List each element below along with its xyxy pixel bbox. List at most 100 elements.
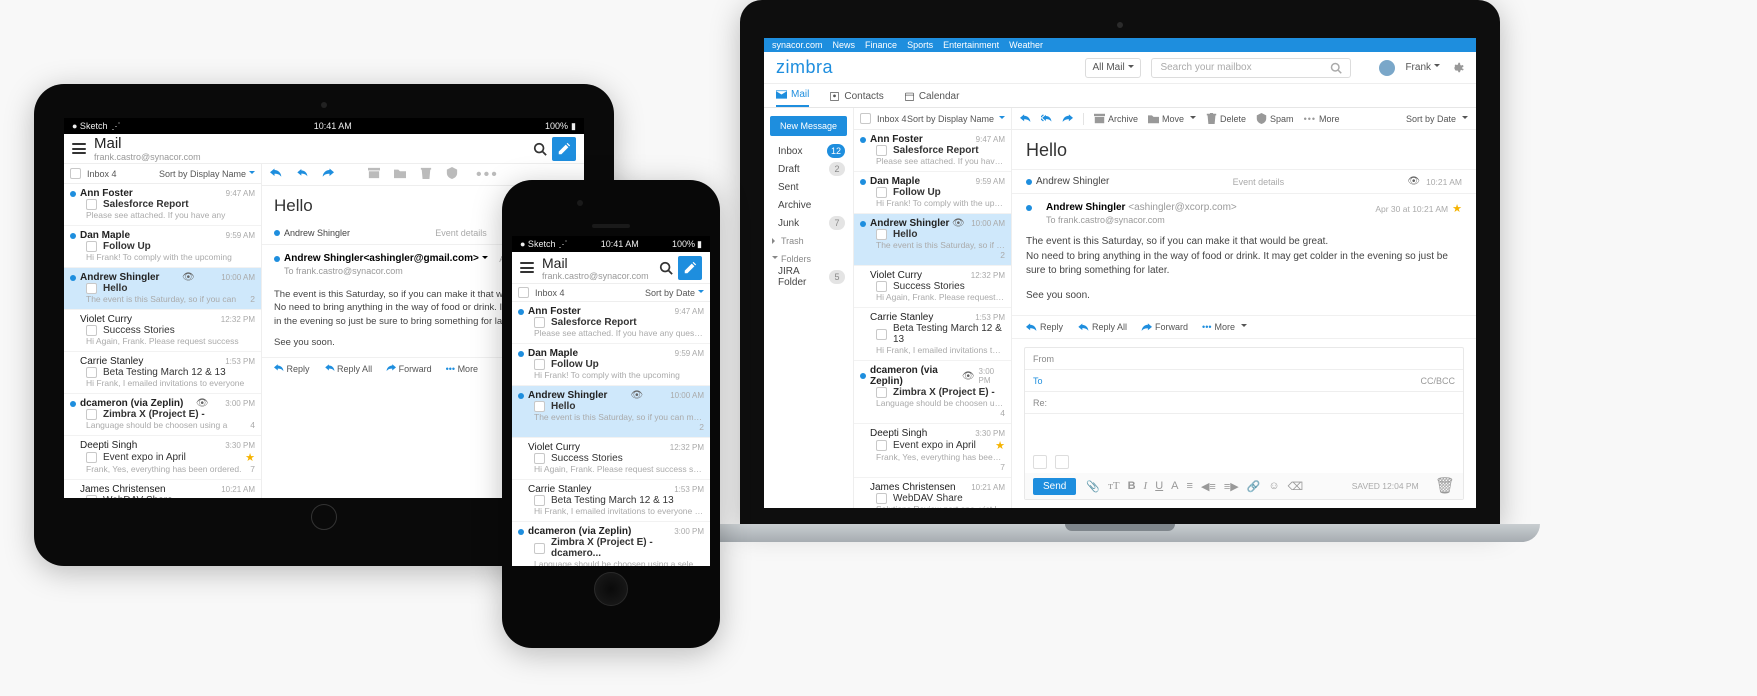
folder-draft[interactable]: Draft2: [764, 160, 853, 178]
mail-filter-dropdown[interactable]: All Mail: [1085, 58, 1141, 78]
subject-field[interactable]: Re:: [1033, 398, 1047, 408]
message-checkbox[interactable]: [876, 145, 887, 156]
send-button[interactable]: Send: [1033, 478, 1076, 495]
message-checkbox[interactable]: [876, 187, 887, 198]
select-all-checkbox[interactable]: [70, 168, 81, 179]
sort-date[interactable]: Sort by Date: [1406, 114, 1468, 124]
select-all-checkbox[interactable]: [518, 287, 529, 298]
reply-button[interactable]: Reply: [1026, 322, 1063, 332]
fontsize-icon[interactable]: тT: [1108, 480, 1120, 493]
message-item[interactable]: Dan Maple9:59 AMFollow UpHi Frank! To co…: [64, 226, 261, 268]
message-checkbox[interactable]: [86, 199, 97, 210]
message-checkbox[interactable]: [86, 495, 97, 498]
list-icon[interactable]: ≡: [1187, 480, 1193, 493]
spam-icon[interactable]: [446, 166, 458, 184]
hamburger-icon[interactable]: [520, 262, 534, 273]
link-icon[interactable]: 🔗: [1247, 480, 1261, 493]
message-checkbox[interactable]: [876, 387, 887, 398]
message-checkbox[interactable]: [534, 317, 545, 328]
reply-icon[interactable]: [1020, 113, 1031, 124]
folder-custom[interactable]: JIRA Folder5: [764, 268, 853, 286]
message-checkbox[interactable]: [876, 281, 887, 292]
topbar-link[interactable]: Finance: [865, 40, 897, 50]
topbar-link[interactable]: synacor.com: [772, 40, 823, 50]
compose-button[interactable]: [552, 137, 576, 161]
compose-button[interactable]: [678, 256, 702, 280]
more-dropdown[interactable]: ••• More: [446, 364, 478, 374]
topbar-link[interactable]: Entertainment: [943, 40, 999, 50]
gear-icon[interactable]: [1450, 61, 1464, 75]
discard-icon[interactable]: 🗑: [1435, 476, 1455, 496]
forward-icon[interactable]: [322, 166, 334, 184]
message-item[interactable]: dcameron (via Zeplin)3:00 PMZimbra X (Pr…: [512, 522, 710, 566]
reply-all-button[interactable]: Reply All: [1077, 322, 1127, 332]
message-item[interactable]: Ann Foster9:47 AMSalesforce ReportPlease…: [854, 130, 1011, 172]
reply-icon[interactable]: [270, 166, 282, 184]
message-item[interactable]: Dan Maple9:59 AMFollow UpHi Frank! To co…: [512, 344, 710, 386]
topbar-link[interactable]: Weather: [1009, 40, 1043, 50]
outdent-icon[interactable]: ◀≡: [1201, 480, 1216, 493]
thread-header-collapsed[interactable]: Andrew Shingler Event details 👁 10:21 AM: [1012, 170, 1476, 194]
message-item[interactable]: dcameron (via Zeplin)👁3:00 PMZimbra X (P…: [64, 394, 261, 436]
message-checkbox[interactable]: [876, 229, 887, 240]
message-item[interactable]: dcameron (via Zeplin)👁3:00 PMZimbra X (P…: [854, 361, 1011, 424]
sort-dropdown[interactable]: Sort by Display Name: [159, 169, 255, 179]
more-button[interactable]: •••More: [1304, 114, 1340, 124]
move-icon[interactable]: [394, 166, 406, 184]
forward-button[interactable]: Forward: [1141, 322, 1188, 332]
more-icon[interactable]: •••: [476, 166, 499, 184]
tab-mail[interactable]: Mail: [776, 89, 809, 107]
italic-icon[interactable]: I: [1144, 480, 1148, 493]
delete-icon[interactable]: [420, 166, 432, 184]
message-item[interactable]: Deepti Singh3:30 PMEvent expo in April★F…: [64, 436, 261, 480]
reply-button[interactable]: Reply: [274, 364, 310, 374]
trash-group[interactable]: Trash: [764, 232, 853, 250]
delete-button[interactable]: Delete: [1206, 113, 1246, 124]
reply-all-icon[interactable]: [296, 166, 308, 184]
star-icon[interactable]: ★: [1452, 202, 1462, 215]
more-dropdown[interactable]: •••More: [1202, 322, 1247, 332]
indent-icon[interactable]: ≡▶: [1224, 480, 1239, 493]
message-checkbox[interactable]: [86, 325, 97, 336]
tab-calendar[interactable]: Calendar: [904, 91, 960, 107]
home-button[interactable]: [594, 572, 628, 606]
message-checkbox[interactable]: [534, 401, 545, 412]
emoji-icon[interactable]: ☺: [1268, 480, 1279, 493]
message-checkbox[interactable]: [876, 493, 887, 504]
topbar-link[interactable]: Sports: [907, 40, 933, 50]
search-icon[interactable]: [1330, 62, 1342, 74]
reply-all-icon[interactable]: [1041, 113, 1052, 124]
reply-all-button[interactable]: Reply All: [324, 364, 373, 374]
message-item[interactable]: James Christensen10:21 AMWebDAV ShareSol…: [854, 478, 1011, 508]
bold-icon[interactable]: B: [1128, 480, 1136, 493]
message-item[interactable]: Ann Foster9:47 AMSalesforce ReportPlease…: [512, 302, 710, 344]
new-message-button[interactable]: New Message: [770, 116, 847, 136]
ccbcc-toggle[interactable]: CC/BCC: [1420, 376, 1455, 386]
home-button[interactable]: [311, 504, 337, 530]
message-checkbox[interactable]: [534, 495, 545, 506]
forward-icon[interactable]: [1062, 113, 1073, 124]
move-button[interactable]: Move: [1148, 113, 1196, 124]
archive-icon[interactable]: [368, 166, 380, 184]
message-checkbox[interactable]: [86, 409, 97, 420]
message-item[interactable]: Ann Foster9:47 AMSalesforce ReportPlease…: [64, 184, 261, 226]
message-checkbox[interactable]: [86, 283, 97, 294]
search-button[interactable]: [528, 137, 552, 161]
star-icon[interactable]: ★: [245, 451, 255, 464]
sort-dropdown[interactable]: Sort by Date: [645, 288, 704, 298]
attach-icon[interactable]: 📎: [1086, 480, 1100, 493]
message-checkbox[interactable]: [876, 329, 887, 340]
message-item[interactable]: James Christensen10:21 AMWebDAV ShareSol…: [64, 480, 261, 498]
folder-sent[interactable]: Sent: [764, 178, 853, 196]
textcolor-icon[interactable]: A: [1171, 480, 1178, 493]
message-checkbox[interactable]: [86, 241, 97, 252]
message-item[interactable]: Deepti Singh3:30 PMEvent expo in April★F…: [854, 424, 1011, 478]
message-checkbox[interactable]: [534, 543, 545, 554]
forward-button[interactable]: Forward: [386, 364, 432, 374]
folder-inbox[interactable]: Inbox12: [764, 142, 853, 160]
message-item[interactable]: Carrie Stanley1:53 PMBeta Testing March …: [512, 480, 710, 522]
spam-button[interactable]: Spam: [1256, 113, 1294, 124]
message-checkbox[interactable]: [86, 367, 97, 378]
sort-dropdown[interactable]: Sort by Display Name: [907, 114, 1005, 124]
search-button[interactable]: [654, 256, 678, 280]
